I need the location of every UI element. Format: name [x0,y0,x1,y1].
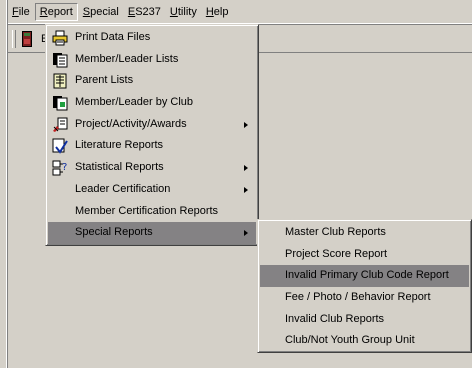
pages-icon [53,52,68,68]
menu-item-member-certification-reports[interactable]: Member Certification Reports [48,201,256,223]
menu-item-project-score-report[interactable]: Project Score Report [260,244,469,266]
menu-report[interactable]: Report [34,2,78,21]
menu-file[interactable]: File [8,3,34,21]
menu-item-leader-certification[interactable]: Leader Certification [48,179,256,201]
printer-icon [52,30,68,46]
menu-item-club-not-youth-group-unit[interactable]: Club/Not Youth Group Unit [260,330,469,352]
submenu-arrow-icon [244,121,248,128]
menu-es237[interactable]: ES237 [124,3,165,21]
menu-item-member-leader-lists[interactable]: Member/Leader Lists [48,49,256,71]
toolbar-grip[interactable] [12,30,16,48]
menu-item-parent-lists[interactable]: Parent Lists [48,70,256,92]
menu-item-invalid-club-reports[interactable]: Invalid Club Reports [260,309,469,331]
menu-utility[interactable]: Utility [166,3,201,21]
award-document-icon [53,117,68,132]
menu-help[interactable]: Help [202,3,233,21]
window-left-edge [0,0,8,368]
menu-item-project-activity-awards[interactable]: Project/Activity/Awards [48,114,256,136]
document-icon [53,73,67,89]
svg-text:?: ? [62,162,67,173]
submenu-arrow-icon [244,186,248,193]
menu-item-invalid-primary-club-code-report[interactable]: Invalid Primary Club Code Report [260,265,469,288]
statistics-icon: ? [52,160,67,176]
checkmark-document-icon [52,138,68,155]
menu-item-master-club-reports[interactable]: Master Club Reports [260,222,469,244]
submenu-arrow-icon [244,165,248,172]
menu-bar: File Report Special ES237 Utility Help [8,0,472,24]
menu-item-member-leader-by-club[interactable]: Member/Leader by Club [48,92,256,114]
club-document-icon [53,96,68,111]
menu-special[interactable]: Special [79,3,123,21]
menu-item-literature-reports[interactable]: Literature Reports [48,135,256,157]
exit-door-icon[interactable] [20,31,34,47]
menu-item-print-data-files[interactable]: Print Data Files [48,27,256,49]
special-reports-submenu: Master Club Reports Project Score Report… [257,219,472,353]
report-menu: Print Data Files Member/Leader Lists Par… [45,24,259,246]
submenu-arrow-icon [244,230,248,237]
menu-item-statistical-reports[interactable]: ? Statistical Reports [48,157,256,179]
menu-item-fee-photo-behavior-report[interactable]: Fee / Photo / Behavior Report [260,287,469,309]
menu-item-special-reports[interactable]: Special Reports [48,222,256,244]
